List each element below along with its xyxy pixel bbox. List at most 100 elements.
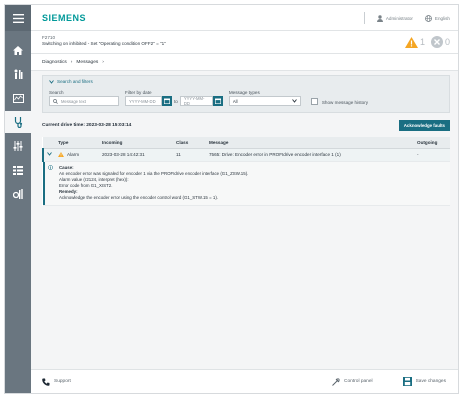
- top-right-actions: Administrator English: [363, 5, 450, 31]
- search-input[interactable]: Message text: [49, 96, 119, 106]
- history-toggle[interactable]: Show message history: [310, 90, 368, 106]
- globe-icon: [425, 14, 432, 22]
- control-panel-icon: [332, 377, 340, 386]
- fault-counter[interactable]: 0: [430, 36, 450, 48]
- message-type-group: Message types All: [228, 90, 301, 106]
- date-to-word: to: [174, 98, 178, 104]
- warning-counter[interactable]: 1: [404, 36, 425, 48]
- row-type-cell: Alarm: [55, 148, 99, 162]
- column-header-class[interactable]: Class: [173, 137, 206, 149]
- table-header-row: Type Incoming Class Message Outgoing: [43, 137, 450, 149]
- column-header-outgoing[interactable]: Outgoing: [414, 137, 450, 149]
- date-to-picker-button[interactable]: [212, 96, 223, 106]
- column-header-type[interactable]: Type: [55, 137, 99, 149]
- current-drive-time: Current drive time: 2023-03-28 15:03:14: [42, 122, 132, 128]
- chevron-right-icon: ›: [102, 59, 104, 65]
- drive-time-bar: Current drive time: 2023-03-28 15:03:14 …: [42, 118, 450, 132]
- app-window: SIEMENS Administrator English F2710 Swit…: [4, 4, 459, 394]
- nav-parameter-list[interactable]: [5, 159, 31, 181]
- calendar-icon: [164, 98, 170, 104]
- nav-home[interactable]: [5, 39, 31, 61]
- fault-text: Switching on inhibited - Set "Operating …: [42, 41, 166, 46]
- table-row[interactable]: Alarm 2023-03-28 14:42:31 11 7565: Drive…: [42, 148, 450, 162]
- row-outgoing: -: [414, 148, 450, 162]
- warning-triangle-icon: [58, 152, 64, 158]
- sliders-icon: [13, 141, 23, 151]
- search-icon: [53, 98, 58, 104]
- calendar-icon: [214, 98, 221, 104]
- nav-monitoring[interactable]: [5, 87, 31, 109]
- search-label: Search: [49, 90, 64, 95]
- remedy-line: Acknowledge the encoder error using the …: [59, 194, 219, 200]
- row-class: 11: [173, 148, 206, 162]
- stethoscope-icon: [14, 116, 22, 128]
- acknowledge-faults-button[interactable]: Acknowledge faults: [398, 119, 450, 131]
- hamburger-icon: [12, 13, 24, 23]
- column-header-incoming[interactable]: Incoming: [99, 137, 173, 149]
- fault-count: 0: [444, 37, 450, 47]
- support-label: Support: [54, 379, 71, 384]
- history-checkbox[interactable]: [310, 97, 318, 105]
- breadcrumb-diagnostics[interactable]: Diagnostics: [42, 60, 67, 65]
- filter-toggle[interactable]: Search and filters: [49, 79, 443, 84]
- chevron-down-icon: [49, 79, 54, 84]
- date-to-input[interactable]: YYYY-MM-DD: [179, 96, 213, 106]
- message-type-value: All: [232, 98, 238, 104]
- divider: [363, 12, 365, 24]
- message-type-select[interactable]: All: [228, 96, 301, 106]
- row-incoming: 2023-03-28 14:42:31: [99, 148, 173, 162]
- control-panel-button[interactable]: Control panel: [332, 377, 373, 386]
- save-label: Save changes: [415, 379, 446, 384]
- siemens-logo: SIEMENS: [42, 12, 87, 23]
- language-label: English: [434, 15, 450, 21]
- date-from-picker-button[interactable]: [162, 96, 172, 106]
- message-type-label: Message types: [228, 90, 260, 95]
- message-detail: Cause: An encoder error was signaled for…: [43, 161, 450, 205]
- fault-code: F2710: [42, 35, 56, 40]
- active-message-banner[interactable]: F2710 Switching on inhibited - Set "Oper…: [31, 31, 458, 54]
- top-bar: SIEMENS Administrator English: [31, 5, 458, 31]
- home-icon: [13, 45, 23, 55]
- commissioning-icon: [14, 69, 23, 79]
- date-filter-label: Filter by date: [125, 90, 152, 95]
- row-type: Alarm: [67, 151, 80, 157]
- control-panel-label: Control panel: [344, 379, 373, 384]
- user-icon: [376, 14, 383, 22]
- tools-icon: [12, 189, 23, 199]
- breadcrumb: Diagnostics › Messages ›: [31, 54, 458, 71]
- breadcrumb-messages[interactable]: Messages: [76, 60, 98, 65]
- user-menu[interactable]: Administrator: [376, 14, 413, 22]
- date-to-placeholder: YYYY-MM-DD: [183, 96, 205, 106]
- nav-commissioning[interactable]: [5, 63, 31, 85]
- date-from-placeholder: YYYY-MM-DD: [129, 98, 156, 104]
- warning-triangle-icon: [404, 36, 418, 48]
- search-placeholder: Message text: [61, 98, 86, 104]
- messages-table: Type Incoming Class Message Outgoing Ala…: [42, 137, 450, 206]
- user-label: Administrator: [385, 15, 413, 21]
- footer-actions: Control panel Save changes: [332, 377, 446, 386]
- nav-diagnostics[interactable]: [5, 111, 31, 133]
- chevron-down-icon: [47, 152, 52, 156]
- row-message: 7565: Drive: Encoder error in PROFIdrive…: [206, 148, 414, 162]
- date-range: YYYY-MM-DD to YYYY-MM-DD: [125, 96, 223, 106]
- phone-icon: [42, 378, 50, 386]
- alarm-counters: 1 0: [404, 36, 450, 48]
- nav-parameters[interactable]: [5, 135, 31, 157]
- row-expand-toggle[interactable]: [42, 148, 55, 162]
- row-detail: Cause: An encoder error was signaled for…: [43, 161, 450, 206]
- nav-system[interactable]: [5, 183, 31, 205]
- navigation-rail: [5, 5, 31, 393]
- column-header-message[interactable]: Message: [206, 137, 414, 149]
- menu-button[interactable]: [5, 5, 31, 31]
- filter-toggle-label: Search and filters: [57, 79, 93, 84]
- support-link[interactable]: Support: [42, 378, 71, 386]
- language-menu[interactable]: English: [425, 14, 450, 22]
- chevron-right-icon: ›: [70, 59, 73, 65]
- save-icon: [402, 377, 412, 386]
- date-filter-group: Filter by date YYYY-MM-DD to YYYY-MM-DD: [125, 90, 223, 106]
- search-group: Search Message text: [49, 90, 119, 106]
- date-from-input[interactable]: YYYY-MM-DD: [125, 96, 162, 106]
- warning-count: 1: [419, 37, 425, 47]
- column-header-expand: [43, 137, 55, 149]
- save-changes-button[interactable]: Save changes: [402, 377, 446, 386]
